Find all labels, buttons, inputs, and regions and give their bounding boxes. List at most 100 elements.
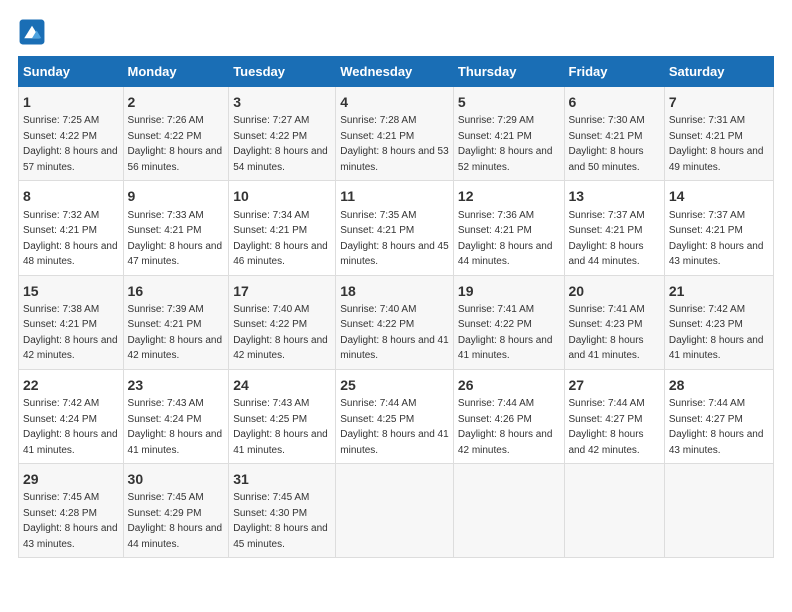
day-info: Sunrise: 7:37 AMSunset: 4:21 PMDaylight:… (669, 210, 764, 268)
day-number: 27 (569, 375, 660, 395)
day-info: Sunrise: 7:26 AMSunset: 4:22 PMDaylight:… (128, 115, 223, 173)
day-info: Sunrise: 7:32 AMSunset: 4:21 PMDaylight:… (23, 210, 118, 268)
day-info: Sunrise: 7:41 AMSunset: 4:23 PMDaylight:… (569, 304, 645, 362)
day-cell: 29 Sunrise: 7:45 AMSunset: 4:28 PMDaylig… (19, 464, 124, 558)
day-info: Sunrise: 7:30 AMSunset: 4:21 PMDaylight:… (569, 115, 645, 173)
day-info: Sunrise: 7:40 AMSunset: 4:22 PMDaylight:… (233, 304, 328, 362)
day-info: Sunrise: 7:29 AMSunset: 4:21 PMDaylight:… (458, 115, 553, 173)
week-row-1: 1 Sunrise: 7:25 AMSunset: 4:22 PMDayligh… (19, 87, 774, 181)
day-cell: 26 Sunrise: 7:44 AMSunset: 4:26 PMDaylig… (453, 369, 564, 463)
logo (18, 18, 48, 46)
day-info: Sunrise: 7:42 AMSunset: 4:23 PMDaylight:… (669, 304, 764, 362)
day-number: 22 (23, 375, 119, 395)
day-cell: 2 Sunrise: 7:26 AMSunset: 4:22 PMDayligh… (123, 87, 229, 181)
day-info: Sunrise: 7:44 AMSunset: 4:26 PMDaylight:… (458, 398, 553, 456)
header (18, 18, 774, 46)
week-row-5: 29 Sunrise: 7:45 AMSunset: 4:28 PMDaylig… (19, 464, 774, 558)
day-info: Sunrise: 7:38 AMSunset: 4:21 PMDaylight:… (23, 304, 118, 362)
day-cell: 1 Sunrise: 7:25 AMSunset: 4:22 PMDayligh… (19, 87, 124, 181)
day-info: Sunrise: 7:42 AMSunset: 4:24 PMDaylight:… (23, 398, 118, 456)
day-info: Sunrise: 7:45 AMSunset: 4:29 PMDaylight:… (128, 492, 223, 550)
col-header-wednesday: Wednesday (336, 57, 454, 87)
day-number: 6 (569, 92, 660, 112)
day-number: 8 (23, 186, 119, 206)
day-info: Sunrise: 7:43 AMSunset: 4:25 PMDaylight:… (233, 398, 328, 456)
day-cell: 23 Sunrise: 7:43 AMSunset: 4:24 PMDaylig… (123, 369, 229, 463)
day-info: Sunrise: 7:44 AMSunset: 4:27 PMDaylight:… (569, 398, 645, 456)
day-number: 29 (23, 469, 119, 489)
day-cell: 4 Sunrise: 7:28 AMSunset: 4:21 PMDayligh… (336, 87, 454, 181)
day-number: 13 (569, 186, 660, 206)
day-cell: 9 Sunrise: 7:33 AMSunset: 4:21 PMDayligh… (123, 181, 229, 275)
day-number: 3 (233, 92, 331, 112)
day-cell: 30 Sunrise: 7:45 AMSunset: 4:29 PMDaylig… (123, 464, 229, 558)
day-number: 21 (669, 281, 769, 301)
header-row: SundayMondayTuesdayWednesdayThursdayFrid… (19, 57, 774, 87)
day-info: Sunrise: 7:35 AMSunset: 4:21 PMDaylight:… (340, 210, 448, 268)
day-number: 7 (669, 92, 769, 112)
col-header-tuesday: Tuesday (229, 57, 336, 87)
day-cell: 11 Sunrise: 7:35 AMSunset: 4:21 PMDaylig… (336, 181, 454, 275)
day-cell: 24 Sunrise: 7:43 AMSunset: 4:25 PMDaylig… (229, 369, 336, 463)
logo-icon (18, 18, 46, 46)
day-number: 2 (128, 92, 225, 112)
day-info: Sunrise: 7:45 AMSunset: 4:28 PMDaylight:… (23, 492, 118, 550)
day-cell: 20 Sunrise: 7:41 AMSunset: 4:23 PMDaylig… (564, 275, 664, 369)
col-header-saturday: Saturday (664, 57, 773, 87)
day-info: Sunrise: 7:43 AMSunset: 4:24 PMDaylight:… (128, 398, 223, 456)
day-number: 4 (340, 92, 449, 112)
col-header-monday: Monday (123, 57, 229, 87)
day-cell: 31 Sunrise: 7:45 AMSunset: 4:30 PMDaylig… (229, 464, 336, 558)
day-cell: 6 Sunrise: 7:30 AMSunset: 4:21 PMDayligh… (564, 87, 664, 181)
day-cell: 5 Sunrise: 7:29 AMSunset: 4:21 PMDayligh… (453, 87, 564, 181)
day-info: Sunrise: 7:45 AMSunset: 4:30 PMDaylight:… (233, 492, 328, 550)
day-info: Sunrise: 7:31 AMSunset: 4:21 PMDaylight:… (669, 115, 764, 173)
day-cell (564, 464, 664, 558)
day-cell: 22 Sunrise: 7:42 AMSunset: 4:24 PMDaylig… (19, 369, 124, 463)
day-number: 11 (340, 186, 449, 206)
day-info: Sunrise: 7:40 AMSunset: 4:22 PMDaylight:… (340, 304, 448, 362)
day-number: 1 (23, 92, 119, 112)
day-cell (336, 464, 454, 558)
day-number: 16 (128, 281, 225, 301)
calendar-table: SundayMondayTuesdayWednesdayThursdayFrid… (18, 56, 774, 558)
day-info: Sunrise: 7:44 AMSunset: 4:25 PMDaylight:… (340, 398, 448, 456)
day-cell: 16 Sunrise: 7:39 AMSunset: 4:21 PMDaylig… (123, 275, 229, 369)
day-number: 25 (340, 375, 449, 395)
day-number: 28 (669, 375, 769, 395)
day-number: 20 (569, 281, 660, 301)
day-info: Sunrise: 7:34 AMSunset: 4:21 PMDaylight:… (233, 210, 328, 268)
day-info: Sunrise: 7:33 AMSunset: 4:21 PMDaylight:… (128, 210, 223, 268)
day-cell: 14 Sunrise: 7:37 AMSunset: 4:21 PMDaylig… (664, 181, 773, 275)
week-row-2: 8 Sunrise: 7:32 AMSunset: 4:21 PMDayligh… (19, 181, 774, 275)
day-cell: 12 Sunrise: 7:36 AMSunset: 4:21 PMDaylig… (453, 181, 564, 275)
day-cell: 21 Sunrise: 7:42 AMSunset: 4:23 PMDaylig… (664, 275, 773, 369)
day-cell (453, 464, 564, 558)
day-number: 19 (458, 281, 560, 301)
col-header-thursday: Thursday (453, 57, 564, 87)
day-info: Sunrise: 7:39 AMSunset: 4:21 PMDaylight:… (128, 304, 223, 362)
day-number: 18 (340, 281, 449, 301)
day-cell: 18 Sunrise: 7:40 AMSunset: 4:22 PMDaylig… (336, 275, 454, 369)
day-info: Sunrise: 7:28 AMSunset: 4:21 PMDaylight:… (340, 115, 448, 173)
day-cell: 13 Sunrise: 7:37 AMSunset: 4:21 PMDaylig… (564, 181, 664, 275)
week-row-3: 15 Sunrise: 7:38 AMSunset: 4:21 PMDaylig… (19, 275, 774, 369)
day-cell (664, 464, 773, 558)
day-info: Sunrise: 7:25 AMSunset: 4:22 PMDaylight:… (23, 115, 118, 173)
day-number: 31 (233, 469, 331, 489)
day-cell: 25 Sunrise: 7:44 AMSunset: 4:25 PMDaylig… (336, 369, 454, 463)
day-number: 5 (458, 92, 560, 112)
day-info: Sunrise: 7:41 AMSunset: 4:22 PMDaylight:… (458, 304, 553, 362)
col-header-sunday: Sunday (19, 57, 124, 87)
day-info: Sunrise: 7:27 AMSunset: 4:22 PMDaylight:… (233, 115, 328, 173)
day-number: 9 (128, 186, 225, 206)
week-row-4: 22 Sunrise: 7:42 AMSunset: 4:24 PMDaylig… (19, 369, 774, 463)
day-info: Sunrise: 7:37 AMSunset: 4:21 PMDaylight:… (569, 210, 645, 268)
day-number: 24 (233, 375, 331, 395)
day-number: 12 (458, 186, 560, 206)
day-cell: 8 Sunrise: 7:32 AMSunset: 4:21 PMDayligh… (19, 181, 124, 275)
day-cell: 27 Sunrise: 7:44 AMSunset: 4:27 PMDaylig… (564, 369, 664, 463)
day-cell: 28 Sunrise: 7:44 AMSunset: 4:27 PMDaylig… (664, 369, 773, 463)
day-cell: 3 Sunrise: 7:27 AMSunset: 4:22 PMDayligh… (229, 87, 336, 181)
day-number: 15 (23, 281, 119, 301)
